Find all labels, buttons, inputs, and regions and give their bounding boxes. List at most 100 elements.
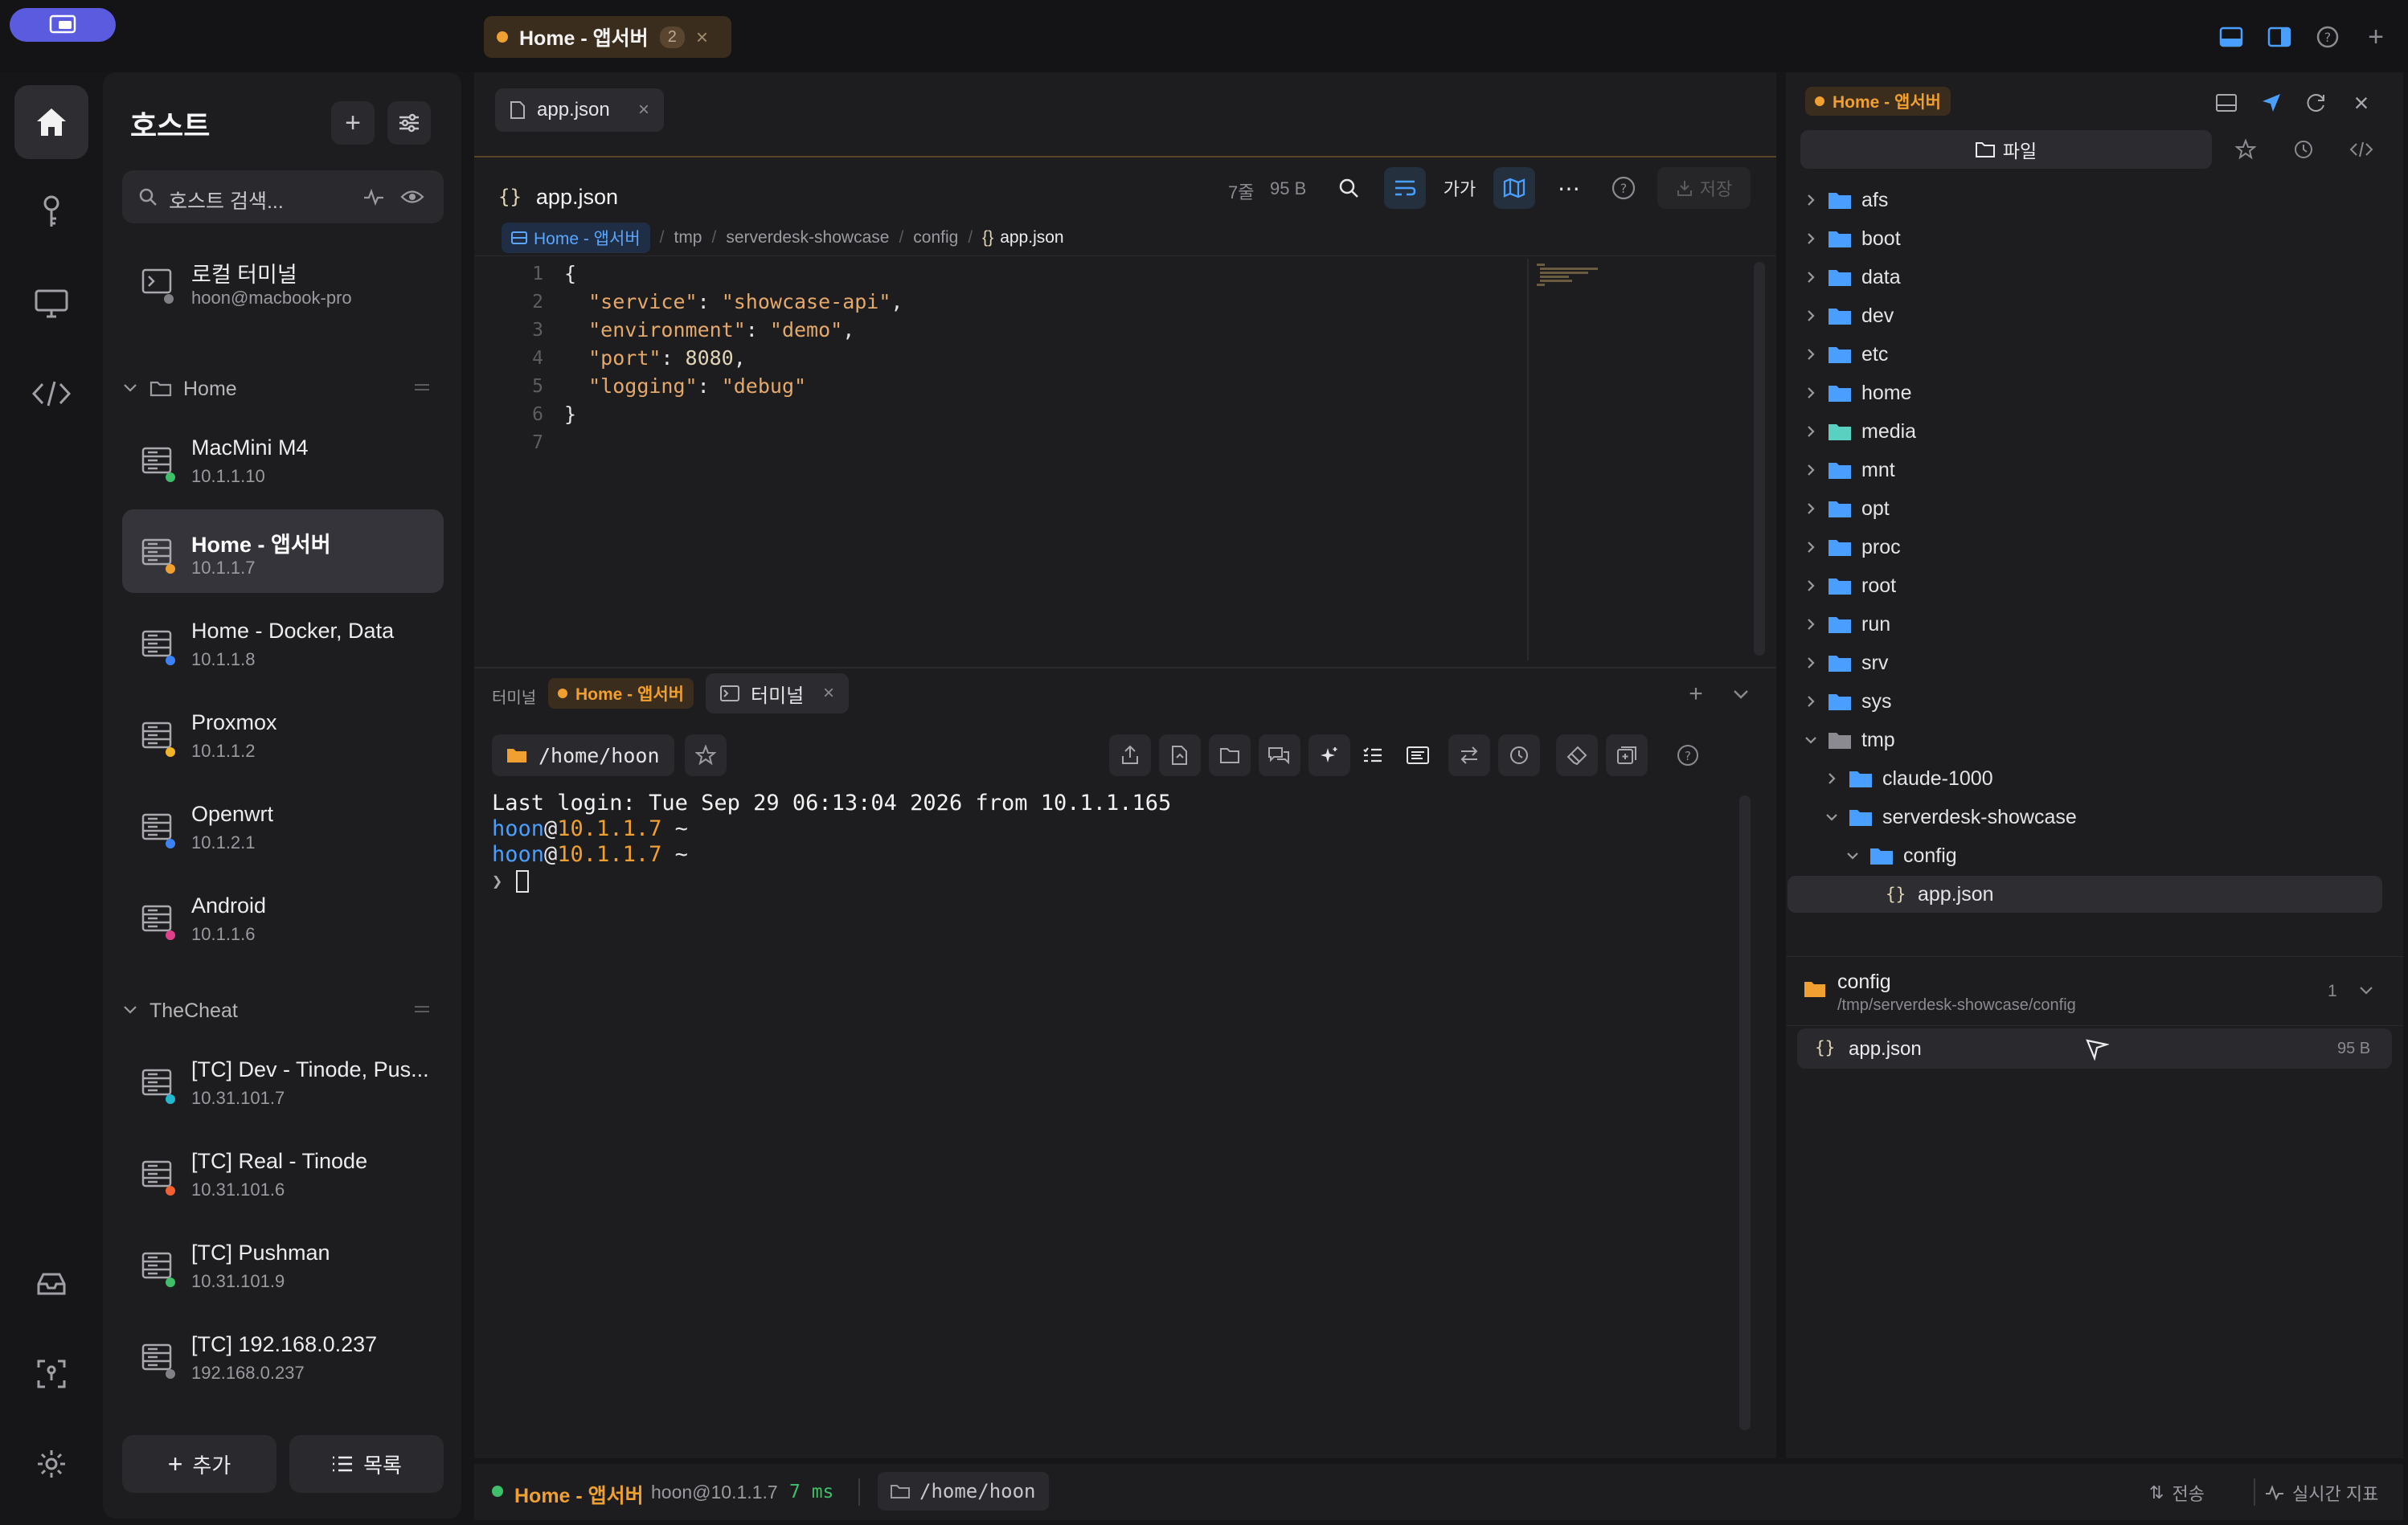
tree-item[interactable]: serverdesk-showcase — [1792, 799, 2403, 836]
right-panel-toggle-icon[interactable] — [2263, 21, 2295, 53]
nav-settings-button[interactable] — [14, 1427, 88, 1501]
folder-open-icon[interactable] — [1209, 734, 1251, 776]
terminal-output[interactable]: Last login: Tue Sep 29 06:13:04 2026 fro… — [492, 791, 1730, 1433]
close-icon[interactable]: × — [696, 25, 708, 50]
editor-scrollbar[interactable] — [1754, 262, 1765, 656]
group-header-thecheat[interactable]: TheCheat — [122, 991, 444, 1032]
tree-item[interactable]: proc — [1792, 529, 2403, 566]
refresh-icon[interactable] — [2302, 88, 2331, 117]
nav-inbox-button[interactable] — [14, 1247, 88, 1321]
host-item[interactable]: Proxmox 10.1.1.2 — [122, 693, 444, 776]
breadcrumb-item[interactable]: config — [913, 228, 958, 247]
add-button[interactable]: + 추가 — [122, 1435, 276, 1493]
pulse-icon[interactable] — [363, 188, 384, 206]
list-button[interactable]: 목록 — [289, 1435, 444, 1493]
help-icon[interactable]: ? — [1667, 734, 1709, 776]
close-icon[interactable]: × — [2347, 88, 2376, 117]
terminal-log-icon[interactable] — [1397, 734, 1439, 776]
host-search-input[interactable]: 호스트 검색... — [122, 170, 444, 223]
search-button[interactable] — [1328, 167, 1370, 209]
eraser-icon[interactable] — [1556, 734, 1598, 776]
terminal-tab[interactable]: 터미널 × — [706, 673, 849, 713]
sparkle-icon[interactable] — [1308, 734, 1350, 776]
nav-hosts-button[interactable] — [14, 85, 88, 159]
split-add-icon[interactable] — [1606, 734, 1648, 776]
save-button[interactable]: 저장 — [1657, 167, 1751, 209]
host-item[interactable]: MacMini M4 10.1.1.10 — [122, 418, 444, 501]
realtime-metrics-button[interactable]: 실시간 지표 — [2265, 1480, 2378, 1506]
nav-code-button[interactable] — [14, 357, 88, 431]
host-item[interactable]: Home - 앱서버 10.1.1.7 — [122, 509, 444, 593]
swap-icon[interactable] — [1448, 734, 1490, 776]
close-icon[interactable]: × — [823, 682, 834, 705]
minimap[interactable] — [1527, 259, 1648, 660]
tree-item[interactable]: run — [1792, 606, 2403, 643]
tree-item[interactable]: home — [1792, 374, 2403, 411]
code-editor[interactable]: 1 {2 "service": "showcase-api", 3 "environ… — [474, 259, 1527, 660]
bottom-panel-toggle-icon[interactable] — [2215, 21, 2247, 53]
send-icon[interactable] — [2085, 1038, 2109, 1061]
tree-item[interactable]: tmp — [1792, 722, 2403, 758]
nav-access-button[interactable] — [14, 1337, 88, 1411]
tree-item[interactable]: etc — [1792, 336, 2403, 373]
chevron-down-icon[interactable] — [1725, 678, 1757, 710]
host-item[interactable]: [TC] Real - Tinode 10.31.101.6 — [122, 1131, 444, 1215]
terminal-scrollbar[interactable] — [1739, 795, 1751, 1430]
eye-icon[interactable] — [400, 188, 424, 206]
nav-monitor-button[interactable] — [14, 267, 88, 341]
dock-panel-icon[interactable] — [2212, 88, 2241, 117]
tree-item[interactable]: root — [1792, 567, 2403, 604]
font-size-button[interactable]: 가가 — [1439, 167, 1480, 209]
bookmark-star-button[interactable] — [685, 734, 727, 776]
session-tab[interactable]: Home - 앱서버 2 × — [484, 16, 731, 58]
host-item[interactable]: Android 10.1.1.6 — [122, 876, 444, 959]
minimap-toggle-button[interactable] — [1493, 167, 1535, 209]
tree-item[interactable]: sys — [1792, 683, 2403, 720]
host-item[interactable]: Home - Docker, Data 10.1.1.8 — [122, 601, 444, 685]
history-icon[interactable] — [1498, 734, 1540, 776]
tree-item[interactable]: media — [1792, 413, 2403, 450]
terminal-host-badge[interactable]: Home - 앱서버 — [548, 678, 694, 709]
upload-icon[interactable] — [1109, 734, 1151, 776]
file-transfer-icon[interactable] — [1159, 734, 1201, 776]
help-button[interactable]: ? — [1603, 167, 1644, 209]
host-item[interactable]: Openwrt 10.1.2.1 — [122, 784, 444, 868]
chat-icon[interactable] — [1259, 734, 1300, 776]
status-host[interactable]: Home - 앱서버 — [514, 1480, 644, 1509]
files-tab[interactable]: 파일 — [1800, 130, 2212, 169]
chevron-down-icon[interactable] — [2358, 985, 2374, 996]
tree-item[interactable]: data — [1792, 259, 2403, 296]
cwd-chip[interactable]: /home/hoon — [492, 734, 674, 776]
code-tab-icon[interactable] — [2345, 133, 2377, 166]
file-list-item[interactable]: {} app.json 95 B — [1797, 1028, 2392, 1069]
transfer-button[interactable]: ⇅ 전송 — [2149, 1480, 2205, 1506]
editor-tab[interactable]: app.json × — [495, 88, 664, 132]
more-icon[interactable]: ⋯ — [1548, 167, 1590, 209]
checklist-icon[interactable] — [1352, 734, 1394, 776]
tree-item[interactable]: dev — [1792, 297, 2403, 334]
tree-item[interactable]: {} app.json — [1788, 876, 2382, 913]
folder-summary[interactable]: config /tmp/serverdesk-showcase/config 1 — [1786, 959, 2403, 1024]
navigate-icon[interactable] — [2257, 88, 2286, 117]
add-host-button[interactable]: + — [331, 101, 375, 145]
host-item[interactable]: [TC] 192.168.0.237 192.168.0.237 — [122, 1314, 444, 1398]
tree-item[interactable]: boot — [1792, 220, 2403, 257]
wrap-toggle-button[interactable] — [1384, 167, 1426, 209]
favorites-tab-icon[interactable] — [2230, 133, 2262, 166]
tree-item[interactable]: config — [1792, 837, 2403, 874]
local-terminal-item[interactable]: 로컬 터미널 hoon@macbook-pro — [122, 239, 444, 323]
tree-item[interactable]: srv — [1792, 644, 2403, 681]
new-terminal-icon[interactable]: + — [1680, 678, 1712, 710]
close-icon[interactable]: × — [638, 99, 649, 121]
tree-item[interactable]: afs — [1792, 182, 2403, 219]
host-item[interactable]: [TC] Pushman 10.31.101.9 — [122, 1223, 444, 1306]
drag-handle-icon[interactable] — [415, 384, 429, 390]
tree-item[interactable]: opt — [1792, 490, 2403, 527]
breadcrumb-item[interactable]: serverdesk-showcase — [726, 228, 889, 247]
drag-handle-icon[interactable] — [415, 1006, 429, 1012]
history-tab-icon[interactable] — [2287, 133, 2320, 166]
help-icon[interactable]: ? — [2312, 21, 2344, 53]
app-menu-button[interactable] — [10, 8, 116, 42]
nav-keys-button[interactable] — [14, 175, 88, 249]
host-item[interactable]: [TC] Dev - Tinode, Pus... 10.31.101.7 — [122, 1040, 444, 1123]
